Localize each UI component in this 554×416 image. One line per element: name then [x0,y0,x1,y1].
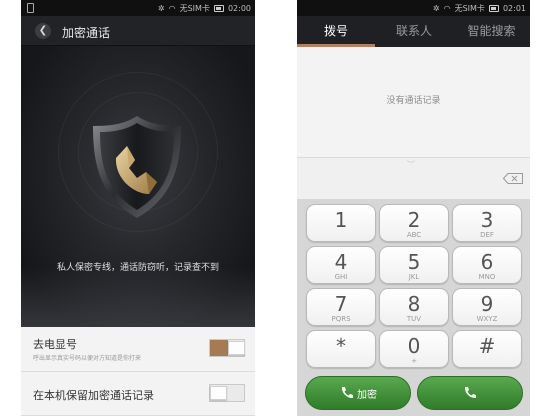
tab-dial[interactable]: 拨号 [297,16,375,47]
show-number-toggle[interactable] [209,339,245,357]
key-letters: MNO [478,273,496,281]
sim-notification-icon [27,3,34,13]
phone-icon [341,387,353,399]
key-digit: # [478,334,496,358]
status-bar: ✲ ◠ 无SIM卡 02:00 [21,0,255,16]
dial-keypad: 1 2 ABC 3 DEF 4 GHI 5 JKL 6 MNO 7 PQRS 8 TUV 9W… [297,199,530,416]
key-digit: 2 [407,208,421,232]
key-digit: 3 [480,208,494,232]
key-letters: WXYZ [476,315,498,323]
key-letters: DEF [480,231,494,239]
key-2[interactable]: 2 ABC [379,204,449,242]
call-log: 没有通话记录 [297,47,530,157]
encrypted-call-label: 加密 [357,389,377,401]
key-letters: JKL [408,273,420,281]
dialer-screen: ✲ ◠ 无SIM卡 02:01 拨号 联系人 智能搜索 没有通话记录 ︶ 1 2… [297,0,530,416]
battery-icon [488,5,499,12]
page-title: 加密通话 [62,26,111,40]
status-time: 02:01 [502,4,526,13]
encrypted-shield-phone-icon [87,112,187,222]
setting-title: 去电显号 [33,338,77,351]
collapse-chevron-icon[interactable]: ︶ [407,159,415,170]
toggle-knob [228,341,245,355]
mute-icon: ✲ [432,4,440,13]
toggle-knob [210,386,227,400]
tab-smart-search[interactable]: 智能搜索 [453,16,530,47]
wifi-icon: ◠ [443,4,451,13]
key-8[interactable]: 8 TUV [379,288,449,326]
setting-keep-records[interactable]: 在本机保留加密通话记录 [21,372,255,416]
key-6[interactable]: 6 MNO [452,246,522,284]
mute-icon: ✲ [157,4,165,13]
battery-icon [213,5,224,12]
carrier-label: 无SIM卡 [454,4,485,13]
key-1[interactable]: 1 [306,204,376,242]
key-letters: + [411,357,417,365]
status-bar-right: ✲ ◠ 无SIM卡 02:00 [158,3,251,14]
key-digit: 8 [407,292,421,316]
key-digit: 9 [480,292,494,316]
key-star[interactable]: * [306,330,376,368]
key-letters: PQRS [331,315,351,323]
key-digit: 6 [480,250,494,274]
status-bar: ✲ ◠ 无SIM卡 02:01 [297,0,530,16]
hero-fog [21,267,255,327]
key-letters: ABC [406,231,422,239]
wifi-icon: ◠ [168,4,176,13]
key-9[interactable]: 9 WXYZ [452,288,522,326]
key-digit: 1 [334,208,348,232]
key-7[interactable]: 7 PQRS [306,288,376,326]
encrypted-call-screen: ✲ ◠ 无SIM卡 02:00 ❮ 加密通话 去电显号 呼出显示真实号码以便对方… [21,0,255,416]
key-5[interactable]: 5 JKL [379,246,449,284]
encrypted-call-button[interactable]: 加密 [305,376,411,410]
key-digit: 0 [407,334,421,358]
key-0[interactable]: 0 + [379,330,449,368]
setting-show-number[interactable]: 去电显号 呼出显示真实号码以便对方知道是你打来 [21,327,255,372]
key-letters: TUV [406,315,422,323]
empty-call-log-text: 没有通话记录 [386,96,441,106]
status-time: 02:00 [227,4,251,13]
key-digit: 4 [334,250,348,274]
key-hash[interactable]: # [452,330,522,368]
key-digit: 5 [407,250,421,274]
key-digit: * [336,334,346,358]
hero-area: 私人保密专线，通话防窃听，记录查不到 [21,46,255,327]
setting-subtitle: 呼出显示真实号码以便对方知道是你打来 [33,355,142,362]
status-bar-right: ✲ ◠ 无SIM卡 02:01 [433,3,526,14]
setting-title: 在本机保留加密通话记录 [33,389,154,402]
tab-bar: 拨号 联系人 智能搜索 [297,16,530,47]
number-display: ︶ [297,157,530,199]
call-button[interactable] [417,376,523,410]
toggle-on-fill [210,340,228,356]
key-3[interactable]: 3 DEF [452,204,522,242]
back-arrow-icon[interactable]: ❮ [35,23,51,39]
tab-contacts[interactable]: 联系人 [375,16,453,47]
carrier-label: 无SIM卡 [179,4,210,13]
key-4[interactable]: 4 GHI [306,246,376,284]
key-digit: 7 [334,292,348,316]
title-bar: ❮ 加密通话 [21,16,255,46]
backspace-icon[interactable] [503,173,523,184]
key-letters: GHI [334,273,348,281]
keep-records-toggle[interactable] [209,384,245,402]
phone-icon [464,387,476,399]
